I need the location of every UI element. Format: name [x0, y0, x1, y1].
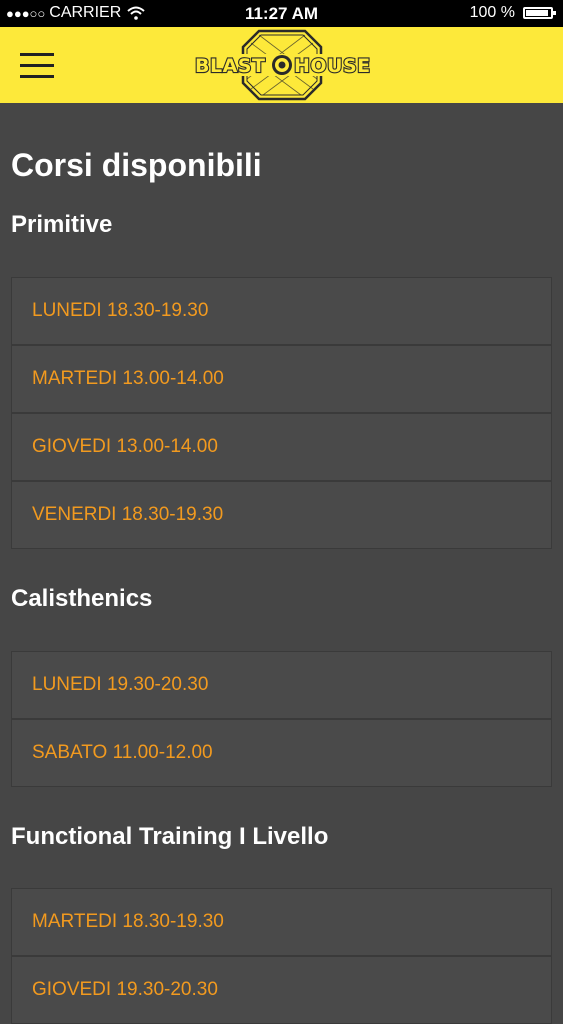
status-bar: ●●●○○ CARRIER 11:27 AM 100 %: [0, 0, 563, 27]
schedule-item[interactable]: GIOVEDI 13.00-14.00: [11, 413, 552, 481]
battery-percent: 100 %: [469, 4, 515, 21]
schedule-item[interactable]: MARTEDI 18.30-19.30: [11, 888, 552, 956]
app-header: BLAST HOUSE: [0, 27, 563, 103]
logo-text-left: BLAST: [195, 55, 265, 77]
blast-house-logo[interactable]: BLAST HOUSE: [193, 29, 371, 101]
logo-text-right: HOUSE: [294, 55, 371, 77]
menu-icon[interactable]: [20, 52, 56, 80]
battery-fill: [526, 10, 548, 16]
schedule-item[interactable]: GIOVEDI 19.30-20.30: [11, 956, 552, 1024]
schedule-list-functional-training: MARTEDI 18.30-19.30 GIOVEDI 19.30-20.30: [11, 888, 552, 1024]
status-right: 100 %: [469, 4, 556, 22]
schedule-list-calisthenics: LUNEDI 19.30-20.30 SABATO 11.00-12.00: [11, 651, 552, 787]
schedule-item[interactable]: SABATO 11.00-12.00: [11, 719, 552, 787]
menu-line: [20, 75, 54, 78]
menu-line: [20, 64, 54, 67]
schedule-item[interactable]: MARTEDI 13.00-14.00: [11, 345, 552, 413]
schedule-item[interactable]: LUNEDI 18.30-19.30: [11, 277, 552, 345]
menu-line: [20, 53, 54, 56]
schedule-list-primitive: LUNEDI 18.30-19.30 MARTEDI 13.00-14.00 G…: [11, 277, 552, 549]
section-title-primitive: Primitive: [11, 211, 113, 238]
schedule-item[interactable]: LUNEDI 19.30-20.30: [11, 651, 552, 719]
schedule-item[interactable]: VENERDI 18.30-19.30: [11, 481, 552, 549]
section-title-functional-training: Functional Training I Livello: [11, 823, 329, 850]
section-title-calisthenics: Calisthenics: [11, 585, 153, 612]
battery-icon: [523, 7, 556, 19]
page-title: Corsi disponibili: [11, 147, 262, 183]
